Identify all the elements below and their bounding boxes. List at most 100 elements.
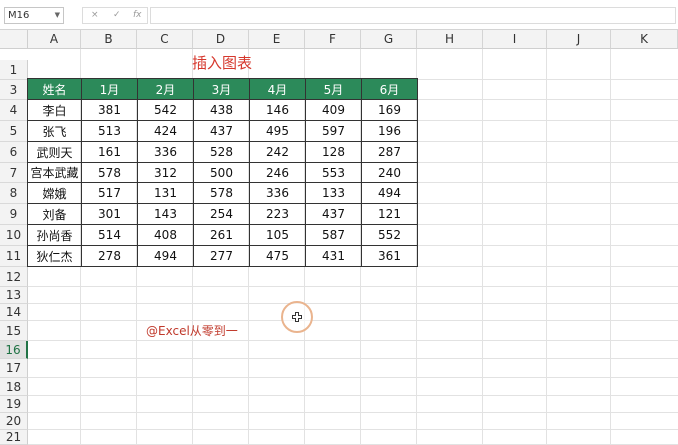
value-cell[interactable]: 131 (137, 182, 194, 204)
value-cell[interactable]: 552 (361, 224, 418, 246)
value-cell[interactable]: 143 (137, 203, 194, 225)
value-cell[interactable]: 408 (137, 224, 194, 246)
table-header-cell[interactable]: 1月 (81, 78, 138, 100)
name-cell[interactable]: 武则天 (27, 141, 82, 163)
cancel-icon[interactable]: × (91, 8, 99, 23)
column-header-b[interactable]: B (81, 30, 137, 49)
name-cell[interactable]: 张飞 (27, 120, 82, 142)
table-header-cell[interactable]: 4月 (249, 78, 306, 100)
column-header-c[interactable]: C (137, 30, 193, 49)
value-cell[interactable]: 169 (361, 99, 418, 121)
value-cell[interactable]: 242 (249, 141, 306, 163)
value-cell[interactable]: 336 (137, 141, 194, 163)
name-cell[interactable]: 孙尚香 (27, 224, 82, 246)
column-header-a[interactable]: A (28, 30, 81, 49)
table-header-cell[interactable]: 姓名 (27, 78, 82, 100)
value-cell[interactable]: 528 (193, 141, 250, 163)
column-header-k[interactable]: K (611, 30, 678, 49)
column-header-d[interactable]: D (193, 30, 249, 49)
row-header-12[interactable]: 12 (0, 267, 28, 287)
column-header-j[interactable]: J (547, 30, 611, 49)
value-cell[interactable]: 409 (305, 99, 362, 121)
column-header-h[interactable]: H (417, 30, 483, 49)
value-cell[interactable]: 240 (361, 162, 418, 183)
value-cell[interactable]: 277 (193, 245, 250, 267)
value-cell[interactable]: 128 (305, 141, 362, 163)
row-header-14[interactable]: 14 (0, 304, 28, 321)
table-header-cell[interactable]: 6月 (361, 78, 418, 100)
formula-input[interactable] (150, 7, 676, 24)
value-cell[interactable]: 287 (361, 141, 418, 163)
value-cell[interactable]: 301 (81, 203, 138, 225)
value-cell[interactable]: 578 (81, 162, 138, 183)
value-cell[interactable]: 514 (81, 224, 138, 246)
row-header-17[interactable]: 17 (0, 359, 28, 378)
name-cell[interactable]: 狄仁杰 (27, 245, 82, 267)
row-header-4[interactable]: 4 (0, 100, 28, 121)
value-cell[interactable]: 246 (249, 162, 306, 183)
row-header-21[interactable]: 21 (0, 430, 28, 445)
row-header-5[interactable]: 5 (0, 121, 28, 142)
value-cell[interactable]: 494 (137, 245, 194, 267)
name-cell[interactable]: 宫本武藏 (27, 162, 82, 183)
value-cell[interactable]: 278 (81, 245, 138, 267)
value-cell[interactable]: 500 (193, 162, 250, 183)
value-cell[interactable]: 133 (305, 182, 362, 204)
value-cell[interactable]: 587 (305, 224, 362, 246)
value-cell[interactable]: 254 (193, 203, 250, 225)
value-cell[interactable]: 381 (81, 99, 138, 121)
data-table[interactable]: 姓名 1月 2月 3月 4月 5月 6月 李白 381 542 438 146 409 169 张飞 513… (27, 78, 418, 267)
confirm-icon[interactable]: ✓ (113, 8, 121, 23)
row-header-16[interactable]: 16 (0, 341, 28, 359)
row-header-10[interactable]: 10 (0, 225, 28, 246)
name-box[interactable]: M16 ▼ (4, 7, 64, 24)
row-header-1[interactable]: 1 (0, 60, 28, 80)
sheet-title[interactable]: 插入图表 (28, 52, 416, 73)
value-cell[interactable]: 553 (305, 162, 362, 183)
row-header-11[interactable]: 11 (0, 246, 28, 267)
row-header-7[interactable]: 7 (0, 163, 28, 183)
value-cell[interactable]: 336 (249, 182, 306, 204)
name-cell[interactable]: 刘备 (27, 203, 82, 225)
row-header-13[interactable]: 13 (0, 287, 28, 304)
value-cell[interactable]: 597 (305, 120, 362, 142)
select-all-corner[interactable] (0, 30, 28, 49)
row-header-9[interactable]: 9 (0, 204, 28, 225)
row-header-18[interactable]: 18 (0, 378, 28, 396)
value-cell[interactable]: 438 (193, 99, 250, 121)
row-header-8[interactable]: 8 (0, 183, 28, 204)
name-cell[interactable]: 李白 (27, 99, 82, 121)
value-cell[interactable]: 513 (81, 120, 138, 142)
value-cell[interactable]: 437 (193, 120, 250, 142)
row-header-19[interactable]: 19 (0, 396, 28, 413)
value-cell[interactable]: 517 (81, 182, 138, 204)
row-header-6[interactable]: 6 (0, 142, 28, 163)
value-cell[interactable]: 494 (361, 182, 418, 204)
row-header-20[interactable]: 20 (0, 413, 28, 430)
column-header-f[interactable]: F (305, 30, 361, 49)
table-header-cell[interactable]: 3月 (193, 78, 250, 100)
column-header-i[interactable]: I (483, 30, 547, 49)
value-cell[interactable]: 105 (249, 224, 306, 246)
row-header-15[interactable]: 15 (0, 321, 28, 341)
value-cell[interactable]: 437 (305, 203, 362, 225)
value-cell[interactable]: 146 (249, 99, 306, 121)
value-cell[interactable]: 361 (361, 245, 418, 267)
value-cell[interactable]: 475 (249, 245, 306, 267)
value-cell[interactable]: 121 (361, 203, 418, 225)
value-cell[interactable]: 578 (193, 182, 250, 204)
value-cell[interactable]: 312 (137, 162, 194, 183)
column-header-e[interactable]: E (249, 30, 305, 49)
table-header-cell[interactable]: 2月 (137, 78, 194, 100)
value-cell[interactable]: 424 (137, 120, 194, 142)
value-cell[interactable]: 261 (193, 224, 250, 246)
value-cell[interactable]: 196 (361, 120, 418, 142)
row-header-3[interactable]: 3 (0, 80, 28, 100)
value-cell[interactable]: 161 (81, 141, 138, 163)
table-header-cell[interactable]: 5月 (305, 78, 362, 100)
value-cell[interactable]: 431 (305, 245, 362, 267)
value-cell[interactable]: 542 (137, 99, 194, 121)
value-cell[interactable]: 223 (249, 203, 306, 225)
value-cell[interactable]: 495 (249, 120, 306, 142)
name-cell[interactable]: 嫦娥 (27, 182, 82, 204)
